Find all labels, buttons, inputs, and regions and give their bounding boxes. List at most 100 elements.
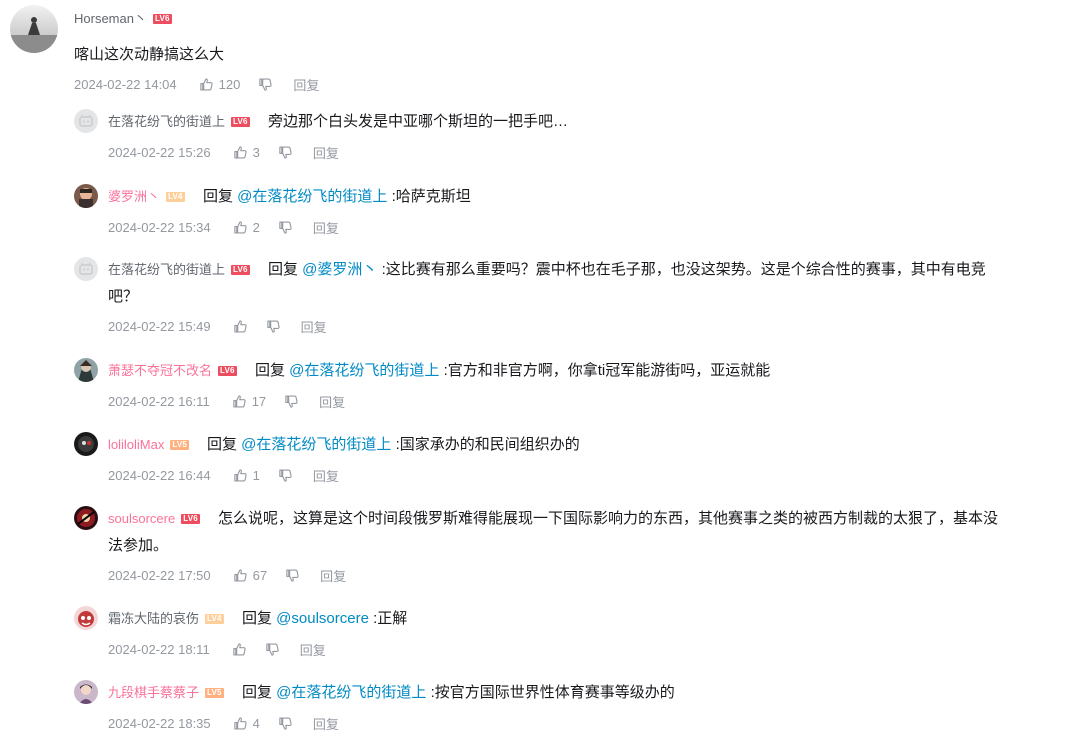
avatar[interactable] <box>74 109 98 133</box>
level-badge: LV4 <box>166 191 185 202</box>
thumbs-down-icon <box>266 320 280 333</box>
level-badge: LV5 <box>170 439 190 450</box>
reply-button[interactable]: 回复 <box>293 75 319 94</box>
dislike-button[interactable] <box>266 319 281 334</box>
mention-link[interactable]: @soulsorcere <box>276 610 369 627</box>
username[interactable]: 霜冻大陆的哀伤 LV4 <box>108 610 224 628</box>
username[interactable]: 在落花纷飞的街道上 LV6 <box>108 113 250 131</box>
mention-link[interactable]: @在落花纷飞的街道上 <box>241 436 391 453</box>
thumbs-up-icon <box>199 77 213 90</box>
reply-meta: 2024-02-22 16:44 1 回复 <box>108 466 339 484</box>
reply-meta: 2024-02-22 15:26 3 回复 <box>108 143 339 161</box>
mention-link[interactable]: @婆罗洲丶 <box>302 261 377 278</box>
dislike-button[interactable] <box>278 145 293 160</box>
reply-body-continued: 法参加。 <box>108 537 169 554</box>
username-text[interactable]: 霜冻大陆的哀伤 <box>108 611 199 626</box>
reply-body-continued: 吧？ <box>108 288 139 305</box>
reply-body: :这比赛有那么重要吗？震中杯也在毛子那，也没这架势。这是个综合性的赛事，其中有电… <box>377 261 986 278</box>
username-text[interactable]: 萧瑟不夺冠不改名 <box>108 363 212 378</box>
reply-meta: 2024-02-22 17:50 67 回复 <box>108 566 346 584</box>
reply-button[interactable]: 回复 <box>301 317 327 336</box>
like-count: 1 <box>252 467 260 483</box>
mention-link[interactable]: @在落花纷飞的街道上 <box>289 362 439 379</box>
dislike-button[interactable] <box>278 468 293 483</box>
dislike-button[interactable] <box>284 394 299 409</box>
like-count: 120 <box>218 76 241 92</box>
like-button[interactable]: 2 <box>233 220 260 235</box>
reply-text: 回复 @在落花纷飞的街道上 :哈萨克斯坦 <box>203 183 1060 210</box>
mention-link[interactable]: @在落花纷飞的街道上 <box>237 188 387 205</box>
reply-button[interactable]: 回复 <box>300 640 326 659</box>
reply-meta: 2024-02-22 16:11 17 回复 <box>108 392 345 410</box>
reply-prefix: 回复 <box>268 261 303 278</box>
avatar[interactable] <box>74 257 98 281</box>
reply-button[interactable]: 回复 <box>319 392 345 411</box>
mention-link[interactable]: @在落花纷飞的街道上 <box>276 684 426 701</box>
avatar[interactable] <box>74 358 98 382</box>
reply-button[interactable]: 回复 <box>313 143 339 162</box>
username[interactable]: 婆罗洲丶 LV4 <box>108 188 185 206</box>
username-text[interactable]: 婆罗洲丶 <box>108 189 160 204</box>
level-badge: LV6 <box>181 513 200 524</box>
reply-button[interactable]: 回复 <box>313 714 339 733</box>
like-button[interactable]: 120 <box>199 76 241 92</box>
like-button[interactable]: 67 <box>233 568 267 583</box>
like-count: 3 <box>252 144 260 160</box>
avatar[interactable] <box>74 680 98 704</box>
username-text[interactable]: 在落花纷飞的街道上 <box>108 262 225 277</box>
like-button[interactable] <box>232 642 247 657</box>
username[interactable]: 在落花纷飞的街道上 LV6 <box>108 261 250 279</box>
like-button[interactable]: 17 <box>232 394 266 409</box>
like-count: 2 <box>252 219 260 235</box>
thumbs-up-icon <box>233 394 246 407</box>
username[interactable]: 九段棋手蔡蔡子 LV5 <box>108 684 224 702</box>
username-text[interactable]: 九段棋手蔡蔡子 <box>108 685 199 700</box>
username[interactable]: Horseman丶 LV6 <box>74 10 172 28</box>
reply-button[interactable]: 回复 <box>313 466 339 485</box>
like-button[interactable] <box>233 319 248 334</box>
reply-prefix: 回复 <box>207 436 242 453</box>
avatar[interactable] <box>74 606 98 630</box>
avatar[interactable] <box>10 5 58 53</box>
like-count: 4 <box>252 715 260 731</box>
like-count: 17 <box>251 393 267 409</box>
reply-button[interactable]: 回复 <box>320 566 346 585</box>
thumbs-up-icon <box>233 319 247 332</box>
reply-text: 旁边那个白头发是中亚哪个斯坦的一把手吧… <box>268 108 1060 135</box>
comment-body: 喀山这次动静搞这么大 <box>74 46 225 63</box>
username-text[interactable]: soulsorcere <box>108 511 175 526</box>
dislike-button[interactable] <box>278 716 293 731</box>
avatar[interactable] <box>74 506 98 530</box>
timestamp: 2024-02-22 16:11 <box>108 393 210 409</box>
comment-text: 喀山这次动静搞这么大 <box>74 41 224 68</box>
username-text[interactable]: 在落花纷飞的街道上 <box>108 114 225 129</box>
username-text[interactable]: loliloliMax <box>108 437 164 452</box>
avatar[interactable] <box>74 184 98 208</box>
username[interactable]: loliloliMax LV5 <box>108 436 190 454</box>
avatar[interactable] <box>74 432 98 456</box>
level-badge: LV4 <box>205 613 224 624</box>
dislike-button[interactable] <box>265 642 280 657</box>
reply-body: :正解 <box>368 610 408 627</box>
like-button[interactable]: 4 <box>233 716 260 731</box>
like-button[interactable]: 3 <box>233 145 260 160</box>
reply-body: 旁边那个白头发是中亚哪个斯坦的一把手吧… <box>268 113 569 130</box>
like-button[interactable]: 1 <box>233 468 260 483</box>
reply-prefix: 回复 <box>255 362 290 379</box>
reply-body: 怎么说呢，这算是这个时间段俄罗斯难得能展现一下国际影响力的东西，其他赛事之类的被… <box>218 510 999 527</box>
dislike-button[interactable] <box>278 220 293 235</box>
thumbs-down-icon <box>266 643 279 656</box>
comment-meta: 2024-02-22 14:04 120 回复 <box>74 75 319 93</box>
thumbs-up-icon <box>233 220 247 233</box>
reply-body: :国家承办的和民间组织办的 <box>391 436 580 453</box>
reply-prefix: 回复 <box>242 610 277 627</box>
reply-button[interactable]: 回复 <box>313 218 339 237</box>
username[interactable]: soulsorcere LV6 <box>108 510 200 528</box>
thumbs-down-icon <box>286 569 299 582</box>
username-text[interactable]: Horseman丶 <box>74 11 147 26</box>
username[interactable]: 萧瑟不夺冠不改名 LV6 <box>108 362 237 380</box>
reply-prefix: 回复 <box>242 684 277 701</box>
dislike-button[interactable] <box>285 568 300 583</box>
thumbs-down-icon <box>259 78 272 91</box>
dislike-button[interactable] <box>258 77 273 92</box>
